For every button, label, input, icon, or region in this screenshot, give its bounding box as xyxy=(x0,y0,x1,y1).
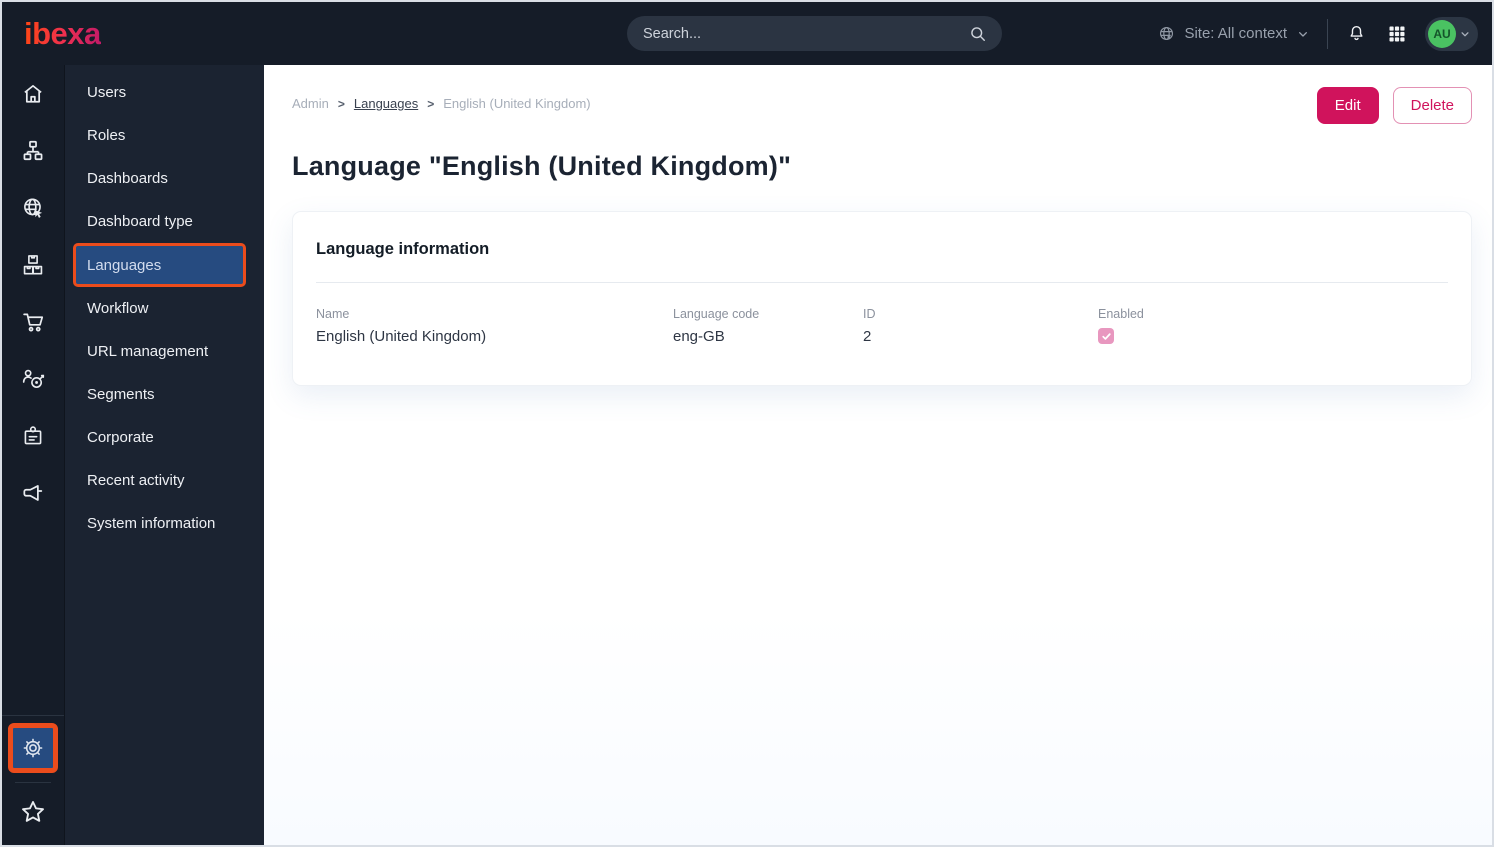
check-icon xyxy=(1101,331,1112,342)
card-title: Language information xyxy=(316,240,490,258)
rail-item-marketing[interactable] xyxy=(2,464,65,521)
breadcrumb-separator: > xyxy=(427,96,435,111)
notifications-button[interactable] xyxy=(1344,21,1369,46)
field-id: ID 2 xyxy=(863,307,1098,345)
sidebar-item-languages[interactable]: Languages xyxy=(73,243,246,287)
sidebar-item-users[interactable]: Users xyxy=(65,71,264,114)
site-context-label: Site: All context xyxy=(1184,25,1287,42)
grid-icon xyxy=(1387,24,1407,44)
rail-item-admin-settings[interactable] xyxy=(8,723,58,773)
site-globe-icon xyxy=(1157,24,1176,43)
sidebar-item-recent-activity[interactable]: Recent activity xyxy=(65,459,264,502)
star-icon xyxy=(19,798,47,826)
content-tree-icon xyxy=(20,138,46,164)
app-switcher-button[interactable] xyxy=(1385,22,1409,46)
delete-button[interactable]: Delete xyxy=(1392,87,1472,124)
user-menu[interactable]: AU xyxy=(1425,16,1478,51)
page-title: Language "English (United Kingdom)" xyxy=(292,151,792,181)
rail-item-commerce[interactable] xyxy=(2,293,65,350)
sidebar-item-dashboard-type[interactable]: Dashboard type xyxy=(65,200,264,243)
topbar-right-cluster: Site: All context AU xyxy=(1157,2,1478,65)
admin-sidebar: Users Roles Dashboards Dashboard type La… xyxy=(65,65,264,845)
top-bar: ibexa Site: All context xyxy=(2,2,1492,65)
chevron-down-icon xyxy=(1295,26,1311,42)
enabled-checkbox xyxy=(1098,328,1114,344)
rail-bottom-section xyxy=(2,715,64,845)
boxes-icon xyxy=(20,252,46,278)
field-label: Enabled xyxy=(1098,307,1144,321)
breadcrumb: Admin > Languages > English (United King… xyxy=(292,96,591,111)
field-value: English (United Kingdom) xyxy=(316,328,487,345)
field-label: ID xyxy=(863,307,876,321)
card-fields: Name English (United Kingdom) Language c… xyxy=(316,307,1448,345)
breadcrumb-current: English (United Kingdom) xyxy=(443,96,591,111)
content-header: Admin > Languages > English (United King… xyxy=(292,65,1472,124)
topbar-divider xyxy=(1327,18,1328,49)
field-name: Name English (United Kingdom) xyxy=(316,307,673,345)
action-buttons: Edit Delete xyxy=(1316,87,1472,124)
avatar: AU xyxy=(1428,19,1456,48)
app-window: ibexa Site: All context xyxy=(0,0,1494,847)
field-label: Name xyxy=(316,307,350,321)
body: Users Roles Dashboards Dashboard type La… xyxy=(2,65,1492,845)
sidebar-item-dashboards[interactable]: Dashboards xyxy=(65,157,264,200)
globe-cursor-icon xyxy=(20,195,46,221)
field-enabled: Enabled xyxy=(1098,307,1448,345)
field-language-code: Language code eng-GB xyxy=(673,307,863,345)
card-divider xyxy=(316,282,1448,283)
language-information-card: Language information Name English (Unite… xyxy=(292,211,1472,386)
global-search[interactable] xyxy=(627,16,1002,51)
search-input[interactable] xyxy=(641,24,968,43)
sidebar-item-url-management[interactable]: URL management xyxy=(65,330,264,373)
rail-divider-short xyxy=(15,782,51,783)
cart-icon xyxy=(20,309,46,335)
search-icon[interactable] xyxy=(968,24,988,44)
rail-item-bookmarks[interactable] xyxy=(2,789,65,835)
chevron-down-icon xyxy=(1458,27,1472,41)
breadcrumb-separator: > xyxy=(337,96,345,111)
rail-item-site[interactable] xyxy=(2,179,65,236)
megaphone-icon xyxy=(20,480,46,506)
site-context-selector[interactable]: Site: All context xyxy=(1157,24,1311,43)
rail-item-corporate[interactable] xyxy=(2,407,65,464)
sidebar-item-corporate[interactable]: Corporate xyxy=(65,416,264,459)
field-label: Language code xyxy=(673,307,760,321)
main-content: Admin > Languages > English (United King… xyxy=(264,65,1492,845)
main-menu-rail xyxy=(2,65,65,845)
rail-item-content-structure[interactable] xyxy=(2,122,65,179)
rail-item-personalization[interactable] xyxy=(2,350,65,407)
bell-icon xyxy=(1346,23,1367,44)
badge-icon xyxy=(20,423,46,449)
audience-target-icon xyxy=(20,366,46,392)
field-value: 2 xyxy=(863,328,872,345)
rail-divider xyxy=(2,715,64,716)
sidebar-item-roles[interactable]: Roles xyxy=(65,114,264,157)
gear-icon xyxy=(21,736,45,760)
breadcrumb-admin: Admin xyxy=(292,96,329,111)
rail-item-home[interactable] xyxy=(2,65,65,122)
home-icon xyxy=(20,81,46,107)
sidebar-item-system-information[interactable]: System information xyxy=(65,502,264,545)
field-value: eng-GB xyxy=(673,328,725,345)
ibexa-logo[interactable]: ibexa xyxy=(24,16,101,52)
sidebar-item-segments[interactable]: Segments xyxy=(65,373,264,416)
breadcrumb-languages-link[interactable]: Languages xyxy=(354,96,418,111)
sidebar-item-workflow[interactable]: Workflow xyxy=(65,287,264,330)
edit-button[interactable]: Edit xyxy=(1316,87,1379,124)
rail-item-products[interactable] xyxy=(2,236,65,293)
